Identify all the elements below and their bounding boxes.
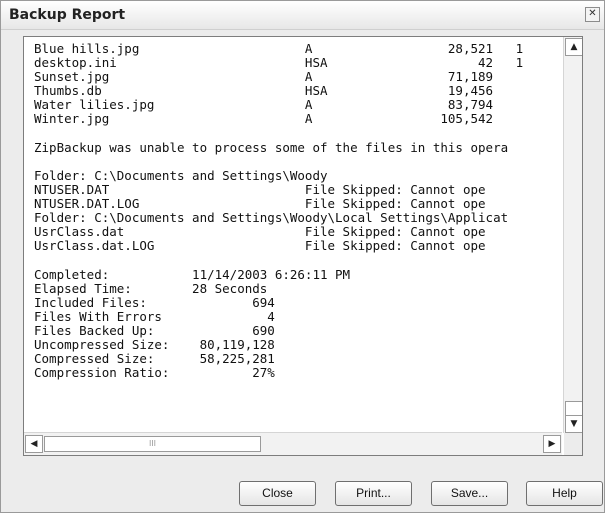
print-button[interactable]: Print... [335,481,412,506]
report-line: Compression Ratio: 27% [34,365,275,381]
vertical-scrollbar[interactable]: ▲ ▼ [563,37,582,433]
chevron-left-icon[interactable]: ◀ [25,435,43,453]
report-line: Sunset.jpg A 71,189 [34,69,494,85]
horizontal-scrollbar[interactable]: ◀ III ▶ [24,432,562,455]
report-line: ZipBackup was unable to process some of … [34,139,509,155]
report-line: Water lilies.jpg A 83,794 [34,97,494,113]
report-line: Thumbs.db HSA 19,456 [34,83,494,99]
report-line: desktop.ini HSA 42 1 [34,55,524,71]
report-line: NTUSER.DAT.LOG File Skipped: Cannot ope [34,196,486,212]
report-line: Files Backed Up: 690 [34,322,275,338]
chevron-right-icon[interactable]: ▶ [543,435,561,453]
chevron-down-icon[interactable]: ▼ [565,415,582,433]
report-viewer[interactable]: Blue hills.jpg A 28,521 1 desktop.ini HS… [23,36,583,456]
report-line: Elapsed Time: 28 Seconds [34,280,268,296]
report-line: Blue hills.jpg A 28,521 1 [34,41,524,56]
report-text: Blue hills.jpg A 28,521 1 desktop.ini HS… [24,37,562,380]
report-line: Included Files: 694 [34,294,275,310]
report-line: NTUSER.DAT File Skipped: Cannot ope [34,181,486,197]
report-content: Blue hills.jpg A 28,521 1 desktop.ini HS… [24,37,562,433]
close-icon[interactable]: ✕ [585,7,600,22]
report-line: Uncompressed Size: 80,119,128 [34,336,275,352]
report-line: Folder: C:\Documents and Settings\Woody\… [34,210,509,226]
backup-report-dialog: Backup Report ✕ Blue hills.jpg A 28,521 … [0,0,605,513]
horizontal-scroll-thumb[interactable]: III [44,436,261,452]
report-line: Compressed Size: 58,225,281 [34,351,275,367]
close-button[interactable]: Close [239,481,316,506]
scrollbar-corner [564,433,582,455]
chevron-up-icon[interactable]: ▲ [565,38,582,56]
report-line: UsrClass.dat.LOG File Skipped: Cannot op… [34,238,486,254]
report-line: Winter.jpg A 105,542 [34,111,494,127]
window-title: Backup Report [9,7,126,23]
title-bar[interactable]: Backup Report ✕ [1,1,604,30]
report-line: UsrClass.dat File Skipped: Cannot ope [34,224,486,240]
help-button[interactable]: Help [526,481,603,506]
report-line: Completed: 11/14/2003 6:26:11 PM [34,266,351,282]
report-line: Folder: C:\Documents and Settings\Woody [34,167,328,183]
report-line: Files With Errors 4 [34,308,275,324]
save-button[interactable]: Save... [431,481,508,506]
